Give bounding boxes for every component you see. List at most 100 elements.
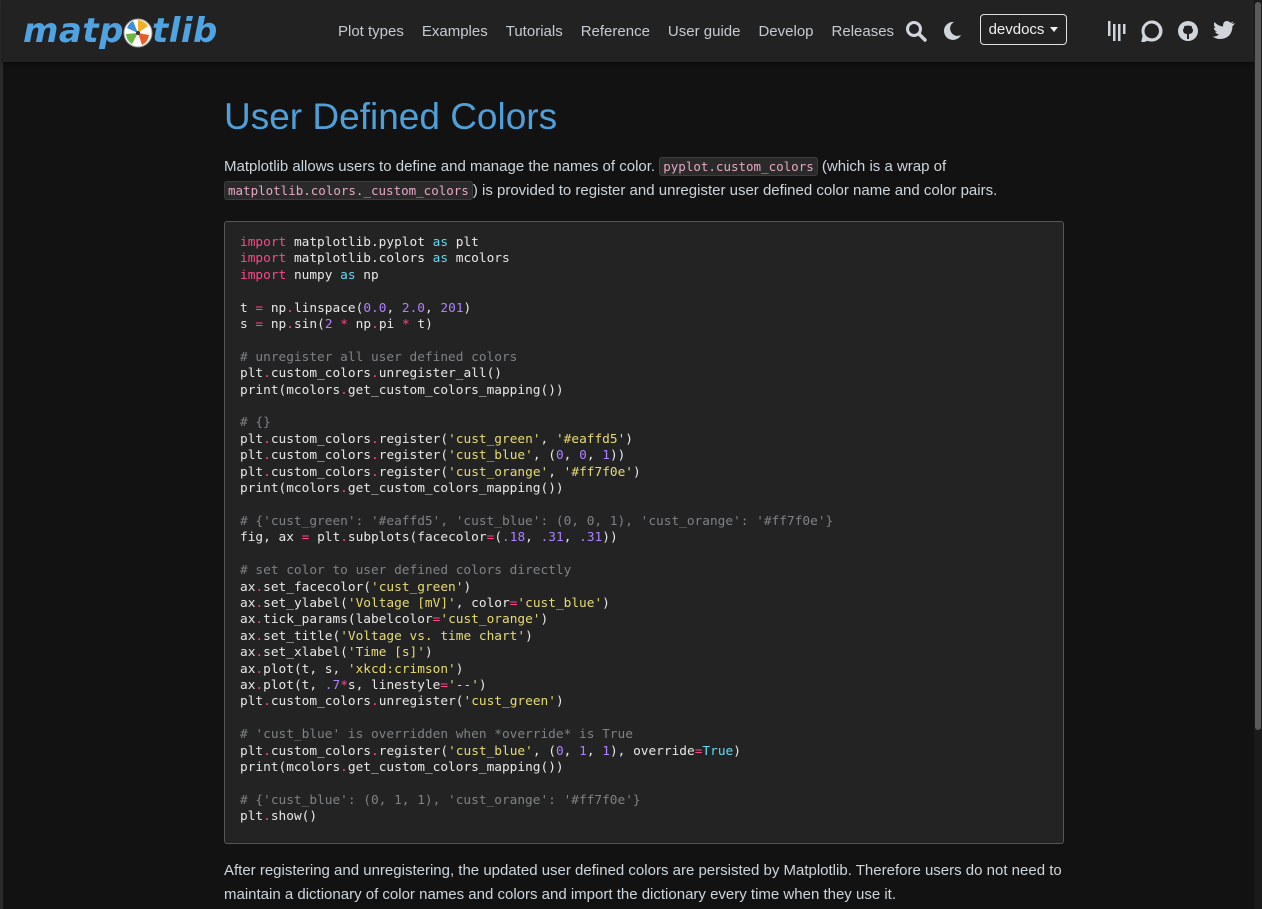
- code-token: s: [240, 317, 256, 333]
- scrollbar[interactable]: [1254, 0, 1262, 909]
- code-token: 1: [579, 743, 587, 759]
- code-token: register(: [378, 743, 449, 759]
- code-token: .: [371, 431, 379, 447]
- nav-link-tutorials[interactable]: Tutorials: [506, 23, 563, 40]
- code-token: ): [602, 595, 610, 611]
- code-token: ax: [240, 612, 256, 628]
- code-token: ax: [240, 645, 256, 661]
- code-token: fig, ax: [240, 530, 302, 546]
- github-icon[interactable]: [1175, 18, 1201, 44]
- code-token: mcolors: [448, 251, 510, 267]
- code-token: .: [255, 661, 264, 677]
- code-token: ,: [586, 743, 603, 759]
- nav-link-user-guide[interactable]: User guide: [668, 23, 741, 40]
- code-token: .: [371, 464, 379, 480]
- code-token: .: [263, 694, 271, 710]
- code-token: .18: [502, 530, 526, 546]
- code-token: ): [540, 612, 549, 628]
- code-token: 0: [555, 743, 564, 759]
- code-token: custom_colors: [270, 448, 372, 464]
- code-line: plt.custom_colors.unregister('cust_green…: [240, 694, 564, 709]
- code-token: 'cust_green': [448, 431, 541, 447]
- code-token: .: [255, 645, 264, 661]
- code-line: ax.plot(t, s, 'xkcd:crimson'): [240, 662, 463, 677]
- code-line: plt.custom_colors.register('cust_green',…: [240, 432, 633, 447]
- code-token: 1: [602, 448, 610, 464]
- code-token: ): [478, 677, 487, 693]
- social-links: [1103, 0, 1247, 62]
- code-token: .: [263, 431, 271, 447]
- code-token: get_custom_colors_mapping()): [347, 382, 564, 398]
- code-token: ax: [240, 628, 256, 644]
- code-token: ,: [563, 448, 580, 464]
- code-token: , (: [532, 448, 556, 464]
- code-token: custom_colors: [270, 366, 372, 382]
- code-line: # {}: [240, 415, 271, 430]
- code-token: plt: [240, 694, 264, 710]
- code-token: .: [371, 448, 379, 464]
- code-token: (: [494, 530, 503, 546]
- intro-text-2: (which is a wrap of: [817, 158, 947, 175]
- inline-code-pyplot-custom-colors[interactable]: pyplot.custom_colors: [659, 157, 818, 176]
- code-token: ,: [425, 300, 441, 316]
- code-token: matplotlib.pyplot: [286, 235, 433, 250]
- code-token: '#eaffd5': [555, 431, 626, 447]
- code-line: fig, ax = plt.subplots(facecolor=(.18, .…: [240, 530, 618, 545]
- top-navbar: matp tlib Plot types Examples Tutorials …: [3, 0, 1254, 62]
- nav-link-plot-types[interactable]: Plot types: [338, 23, 404, 40]
- code-token: .: [263, 464, 271, 480]
- code-token: np: [263, 317, 287, 333]
- code-token: plot(t, s,: [263, 661, 348, 677]
- twitter-icon[interactable]: [1211, 18, 1237, 44]
- version-switcher-button[interactable]: devdocs: [980, 14, 1067, 45]
- search-icon[interactable]: [903, 18, 929, 44]
- nav-link-releases[interactable]: Releases: [832, 23, 895, 40]
- code-token: # {'cust_green': '#eaffd5', 'cust_blue':…: [240, 513, 834, 529]
- code-token: ), override: [609, 743, 695, 759]
- code-token: .: [340, 382, 348, 398]
- matplotlib-logo[interactable]: matp tlib: [23, 8, 218, 54]
- code-line: ax.set_ylabel('Voltage [mV]', color='cus…: [240, 596, 610, 611]
- code-token: ,: [548, 464, 564, 480]
- code-token: *: [401, 317, 410, 333]
- nav-link-develop[interactable]: Develop: [758, 23, 813, 40]
- code-token: get_custom_colors_mapping()): [347, 760, 564, 775]
- code-token: set_title(: [263, 628, 341, 644]
- code-token: ): [455, 661, 464, 677]
- code-token: True: [702, 743, 734, 759]
- code-line: ax.set_title('Voltage vs. time chart'): [240, 629, 533, 644]
- moon-icon[interactable]: [939, 18, 965, 44]
- code-line: import numpy as np: [240, 268, 379, 283]
- code-token: .: [263, 366, 271, 382]
- discourse-icon[interactable]: [1139, 18, 1165, 44]
- nav-link-reference[interactable]: Reference: [581, 23, 650, 40]
- caret-down-icon: [1050, 27, 1059, 32]
- code-token: set_ylabel(: [263, 595, 348, 611]
- code-token: .: [255, 612, 264, 628]
- code-token: .: [340, 760, 348, 775]
- code-token: # set color to user defined colors direc…: [240, 563, 572, 579]
- code-block[interactable]: import matplotlib.pyplot as plt import m…: [224, 221, 1064, 844]
- inline-code-custom-colors-module[interactable]: matplotlib.colors._custom_colors: [224, 181, 473, 200]
- code-line: ax.plot(t, .7*s, linestyle='--'): [240, 678, 487, 693]
- intro-text-3: ) is provided to register and unregister…: [472, 182, 998, 199]
- code-token: .: [371, 743, 379, 759]
- code-token: show(): [270, 809, 318, 825]
- code-token: # unregister all user defined colors: [240, 349, 518, 365]
- code-line: import matplotlib.pyplot as plt: [240, 235, 479, 250]
- code-token: custom_colors: [270, 464, 372, 480]
- logo-text-right: tlib: [151, 11, 218, 51]
- code-token: register(: [378, 448, 449, 464]
- scrollbar-thumb[interactable]: [1255, 2, 1261, 730]
- code-token: import: [240, 267, 287, 283]
- code-token: matplotlib.colors: [286, 251, 433, 267]
- code-token: *: [340, 317, 348, 333]
- code-token: .: [255, 579, 264, 595]
- code-line: # {'cust_green': '#eaffd5', 'cust_blue':…: [240, 514, 833, 529]
- code-token: print(mcolors: [240, 382, 341, 398]
- code-line: s = np.sin(2 * np.pi * t): [240, 317, 433, 332]
- code-token: 'cust_blue': [517, 595, 603, 611]
- gitter-icon[interactable]: [1103, 18, 1129, 44]
- code-token: 2.0: [401, 300, 425, 316]
- nav-link-examples[interactable]: Examples: [422, 23, 488, 40]
